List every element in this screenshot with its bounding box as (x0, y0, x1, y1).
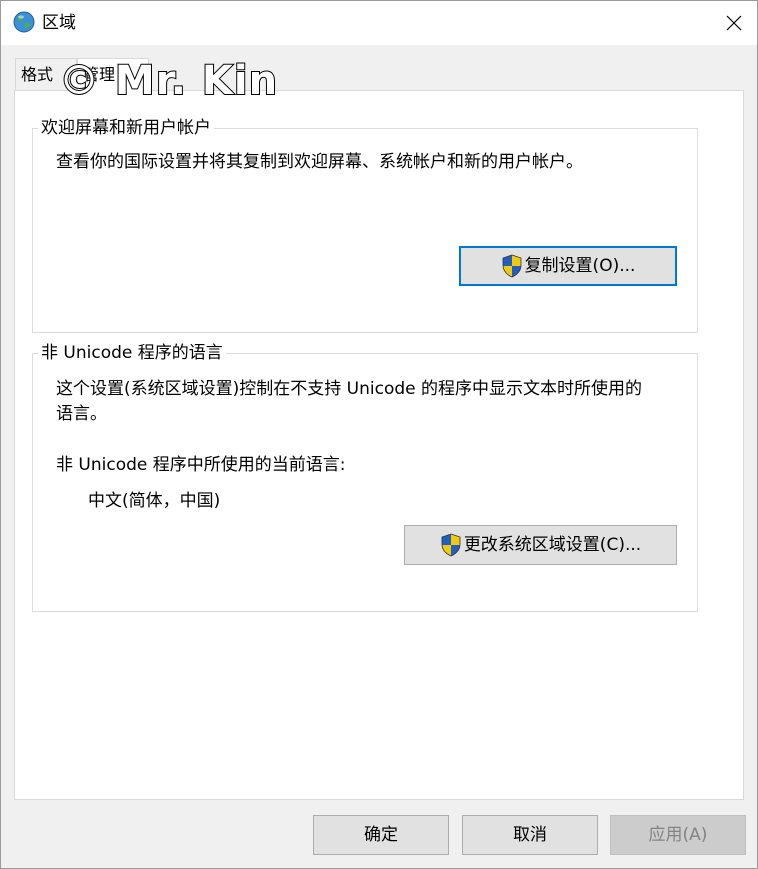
close-button[interactable] (711, 1, 757, 45)
apply-label: 应用(A) (648, 825, 708, 845)
current-language-label: 非 Unicode 程序中所使用的当前语言: (56, 455, 346, 475)
tab-panel-administrative: 欢迎屏幕和新用户帐户 查看你的国际设置并将其复制到欢迎屏幕、系统帐户和新的用户帐… (14, 90, 744, 800)
non-unicode-description-line2: 语言。 (56, 404, 107, 424)
welcome-group-title: 欢迎屏幕和新用户帐户 (38, 116, 214, 140)
change-system-locale-label: 更改系统区域设置(C)... (463, 535, 642, 555)
current-language-value: 中文(简体，中国) (88, 491, 221, 511)
window-title: 区域 (42, 13, 76, 33)
apply-button[interactable]: 应用(A) (610, 815, 746, 855)
cancel-label: 取消 (513, 825, 547, 845)
tab-format-label: 格式 (21, 65, 54, 84)
globe-icon (13, 11, 35, 33)
close-icon (726, 15, 742, 31)
welcome-description: 查看你的国际设置并将其复制到欢迎屏幕、系统帐户和新的用户帐户。 (56, 152, 583, 172)
region-dialog: 区域 格式 管理 © Mr. Kin 欢迎屏幕和新用户帐户 查看你的国际设置并将… (0, 0, 758, 869)
uac-shield-icon (441, 533, 461, 557)
cancel-button[interactable]: 取消 (462, 815, 598, 855)
non-unicode-group-title: 非 Unicode 程序的语言 (38, 341, 226, 365)
change-system-locale-button[interactable]: 更改系统区域设置(C)... (404, 525, 677, 565)
ok-label: 确定 (364, 825, 398, 845)
title-bar: 区域 (1, 1, 757, 45)
watermark: © Mr. Kin (58, 57, 279, 105)
uac-shield-icon (502, 254, 521, 278)
ok-button[interactable]: 确定 (313, 815, 449, 855)
non-unicode-group: 非 Unicode 程序的语言 这个设置(系统区域设置)控制在不支持 Unico… (32, 341, 698, 612)
copy-settings-button[interactable]: 复制设置(O)... (459, 246, 677, 286)
copy-settings-label: 复制设置(O)... (524, 256, 636, 276)
welcome-group: 欢迎屏幕和新用户帐户 查看你的国际设置并将其复制到欢迎屏幕、系统帐户和新的用户帐… (32, 116, 698, 333)
non-unicode-description-line1: 这个设置(系统区域设置)控制在不支持 Unicode 的程序中显示文本时所使用的 (56, 379, 643, 399)
